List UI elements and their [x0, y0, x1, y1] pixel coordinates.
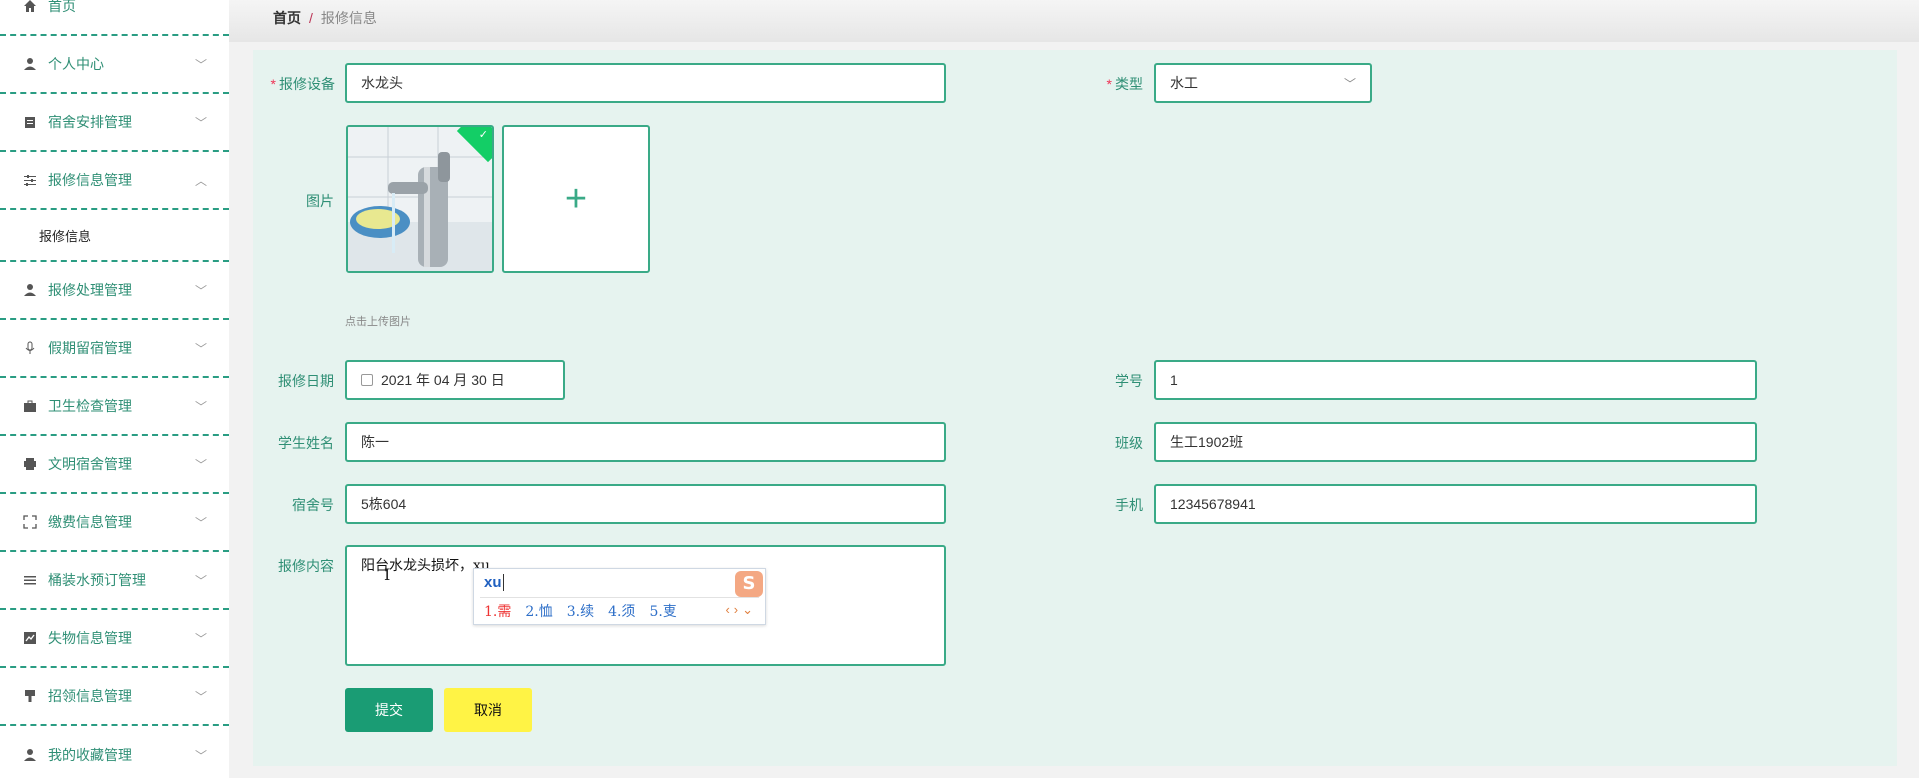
- user-icon: [22, 56, 38, 72]
- sidebar-item-label: 失物信息管理: [48, 630, 132, 646]
- chevron-down-icon: ﹀: [194, 399, 207, 414]
- sidebar-item-water-order[interactable]: 桶装水预订管理 ﹀: [0, 552, 229, 610]
- sidebar-item-label: 缴费信息管理: [48, 514, 132, 530]
- sidebar-item-holiday-stay[interactable]: 假期留宿管理 ﹀: [0, 320, 229, 378]
- ime-candidate[interactable]: 1.需: [484, 604, 511, 620]
- type-select[interactable]: 水工 ﹀: [1154, 63, 1372, 103]
- faucet-photo: [348, 127, 492, 271]
- chevron-down-icon: ﹀: [194, 457, 207, 472]
- sogou-logo-icon: S: [735, 571, 763, 597]
- sidebar-subitem-repair-info[interactable]: 报修信息: [0, 210, 229, 262]
- upload-add-button[interactable]: +: [502, 125, 650, 273]
- breadcrumb-separator: /: [309, 10, 313, 26]
- sidebar-item-dorm-arrangement[interactable]: 宿舍安排管理 ﹀: [0, 94, 229, 152]
- sidebar: 首页 个人中心 ﹀ 宿舍安排管理 ﹀ 报修信息管理 ︿ 报修信息 报修处理管理 …: [0, 0, 229, 778]
- image-label: 图片: [306, 193, 334, 209]
- sidebar-item-home[interactable]: 首页: [0, 0, 229, 36]
- class-label: 班级: [1115, 435, 1143, 451]
- sidebar-subitem-label: 报修信息: [39, 229, 92, 244]
- sidebar-item-label: 我的收藏管理: [48, 747, 132, 763]
- ime-candidate[interactable]: 4.须: [608, 604, 635, 620]
- clipboard-icon: [22, 114, 38, 130]
- sidebar-item-repair-management[interactable]: 报修信息管理 ︿: [0, 152, 229, 210]
- home-icon: [22, 0, 38, 14]
- device-input[interactable]: 水龙头: [345, 63, 946, 103]
- sidebar-item-hygiene-check[interactable]: 卫生检查管理 ﹀: [0, 378, 229, 436]
- chevron-down-icon: ﹀: [194, 515, 207, 530]
- sidebar-item-label: 文明宿舍管理: [48, 456, 132, 472]
- sidebar-item-label: 招领信息管理: [48, 688, 132, 704]
- ime-candidate-popup[interactable]: xu S 1.需 2.恤 3.续 4.须 5.叓 ‹›⌄: [473, 568, 766, 625]
- sidebar-item-label: 报修信息管理: [48, 172, 132, 188]
- dorm-label: 宿舍号: [292, 497, 334, 513]
- mic-icon: [22, 340, 38, 356]
- ime-candidate[interactable]: 5.叓: [649, 604, 676, 620]
- sidebar-item-label: 卫生检查管理: [48, 398, 132, 414]
- sidebar-item-label: 桶装水预订管理: [48, 572, 146, 588]
- sliders-icon: [22, 172, 38, 188]
- check-icon: ✓: [478, 129, 488, 141]
- chevron-down-icon: ﹀: [194, 631, 207, 646]
- chevron-down-icon: ﹀: [194, 341, 207, 356]
- ime-page-nav-icons[interactable]: ‹›⌄: [725, 602, 757, 618]
- student-id-label: 学号: [1115, 373, 1143, 389]
- briefcase-icon: [22, 398, 38, 414]
- submit-button[interactable]: 提交: [345, 688, 433, 732]
- sidebar-item-found-items[interactable]: 招领信息管理 ﹀: [0, 668, 229, 726]
- chevron-down-icon: ﹀: [194, 748, 207, 763]
- sidebar-item-lost-items[interactable]: 失物信息管理 ﹀: [0, 610, 229, 668]
- date-picker[interactable]: 2021 年 04 月 30 日: [345, 360, 565, 400]
- list-icon: [22, 572, 38, 588]
- sidebar-item-label: 假期留宿管理: [48, 340, 132, 356]
- sidebar-item-label: 宿舍安排管理: [48, 114, 132, 130]
- calendar-icon: [361, 374, 373, 386]
- sidebar-item-payment-info[interactable]: 缴费信息管理 ﹀: [0, 494, 229, 552]
- student-name-label: 学生姓名: [278, 435, 334, 451]
- uploaded-image[interactable]: ✓: [346, 125, 494, 273]
- breadcrumb-home[interactable]: 首页: [273, 10, 301, 26]
- ime-candidate[interactable]: 3.续: [567, 604, 594, 620]
- device-label: * 报修设备: [270, 76, 335, 92]
- sidebar-item-favorites[interactable]: 我的收藏管理 ﹀: [0, 726, 229, 778]
- sidebar-item-label: 首页: [48, 0, 76, 14]
- user-icon: [22, 747, 38, 763]
- cancel-button[interactable]: 取消: [444, 688, 532, 732]
- sidebar-item-civilized-dorm[interactable]: 文明宿舍管理 ﹀: [0, 436, 229, 494]
- date-label: 报修日期: [278, 373, 334, 389]
- ime-candidate[interactable]: 2.恤: [525, 604, 552, 620]
- text-cursor-icon: I: [384, 565, 391, 584]
- printer-icon: [22, 456, 38, 472]
- student-name-input[interactable]: 陈一: [345, 422, 946, 462]
- top-header: 首页 / 报修信息: [229, 0, 1919, 42]
- chevron-down-icon: ﹀: [194, 689, 207, 704]
- chevron-down-icon: ﹀: [194, 283, 207, 298]
- type-label: * 类型: [1106, 76, 1143, 92]
- chevron-down-icon: ﹀: [1343, 76, 1356, 91]
- chevron-down-icon: ﹀: [194, 573, 207, 588]
- student-id-input[interactable]: 1: [1154, 360, 1757, 400]
- breadcrumb-current: 报修信息: [320, 10, 377, 26]
- chart-icon: [22, 630, 38, 646]
- upload-hint: 点击上传图片: [345, 316, 411, 328]
- sidebar-item-label: 个人中心: [48, 56, 104, 72]
- ime-candidates: 1.需 2.恤 3.续 4.须 5.叓: [484, 601, 691, 621]
- chevron-down-icon: ﹀: [194, 115, 207, 130]
- phone-label: 手机: [1115, 497, 1143, 513]
- fullscreen-icon: [22, 514, 38, 530]
- ime-divider: [480, 597, 759, 598]
- dorm-input[interactable]: 5栋604: [345, 484, 946, 524]
- chevron-up-icon: ︿: [194, 173, 207, 188]
- sidebar-item-label: 报修处理管理: [48, 282, 132, 298]
- phone-input[interactable]: 12345678941: [1154, 484, 1757, 524]
- brush-icon: [22, 688, 38, 704]
- content-label: 报修内容: [278, 558, 334, 574]
- sidebar-item-repair-processing[interactable]: 报修处理管理 ﹀: [0, 262, 229, 320]
- ime-pinyin: xu: [484, 574, 504, 591]
- chevron-down-icon: ﹀: [194, 57, 207, 72]
- class-input[interactable]: 生工1902班: [1154, 422, 1757, 462]
- plus-icon: +: [564, 177, 588, 220]
- breadcrumb: 首页 / 报修信息: [273, 8, 377, 28]
- sidebar-item-personal-center[interactable]: 个人中心 ﹀: [0, 36, 229, 94]
- user-icon: [22, 282, 38, 298]
